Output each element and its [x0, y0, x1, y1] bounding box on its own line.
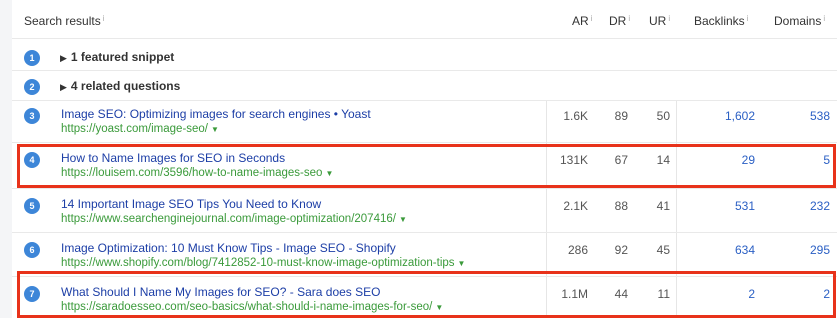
ar-value: 2.1K	[563, 199, 588, 213]
dr-value: 88	[614, 199, 628, 213]
col-header-ar-label: AR	[572, 14, 589, 28]
highlight-box	[17, 271, 836, 318]
search-results-header: Search results i	[24, 14, 104, 28]
col-header-domains[interactable]: Domains i	[774, 14, 825, 28]
result-url-text[interactable]: https://www.searchenginejournal.com/imag…	[61, 213, 396, 225]
result-url[interactable]: https://yoast.com/image-seo/▼	[61, 123, 219, 135]
col-header-backlinks-label: Backlinks	[694, 14, 745, 28]
domains-value[interactable]: 232	[772, 199, 830, 213]
header-divider	[12, 38, 837, 39]
row-divider	[12, 232, 837, 233]
ur-value: 41	[656, 199, 670, 213]
featured-snippet-label: 1 featured snippet	[70, 50, 175, 64]
col-header-backlinks[interactable]: Backlinks i	[694, 14, 748, 28]
result-row: 3 Image SEO: Optimizing images for searc…	[12, 104, 837, 140]
serp-feature-row[interactable]: 1 ▶ 1 featured snippet	[12, 46, 837, 70]
info-icon[interactable]: i	[668, 14, 670, 23]
info-icon[interactable]: i	[823, 14, 825, 23]
position-badge: 3	[24, 108, 40, 124]
dr-value: 92	[614, 243, 628, 257]
result-url[interactable]: https://www.searchenginejournal.com/imag…	[61, 213, 407, 225]
serp-feature-row[interactable]: 2 ▶ 4 related questions	[12, 75, 837, 99]
triangle-right-icon: ▶	[60, 53, 67, 63]
backlinks-value[interactable]: 634	[692, 243, 755, 257]
col-header-ar[interactable]: AR i	[572, 14, 592, 28]
position-badge: 1	[24, 50, 40, 66]
col-header-dr[interactable]: DR i	[609, 14, 630, 28]
col-header-ur[interactable]: UR i	[649, 14, 670, 28]
result-title-link[interactable]: Image SEO: Optimizing images for search …	[61, 107, 371, 121]
ur-value: 50	[656, 109, 670, 123]
ur-value: 45	[656, 243, 670, 257]
domains-value[interactable]: 295	[772, 243, 830, 257]
info-icon[interactable]: i	[591, 14, 593, 23]
domains-value[interactable]: 538	[772, 109, 830, 123]
search-results-label: Search results	[24, 14, 101, 28]
result-row: 6 Image Optimization: 10 Must Know Tips …	[12, 238, 837, 274]
caret-down-icon[interactable]: ▼	[458, 259, 466, 268]
caret-down-icon[interactable]: ▼	[211, 125, 219, 134]
position-badge: 6	[24, 242, 40, 258]
result-url[interactable]: https://www.shopify.com/blog/7412852-10-…	[61, 257, 465, 269]
backlinks-value[interactable]: 1,602	[692, 109, 755, 123]
result-url-text[interactable]: https://www.shopify.com/blog/7412852-10-…	[61, 257, 455, 269]
ar-value: 1.6K	[563, 109, 588, 123]
related-questions-toggle[interactable]: ▶ 4 related questions	[60, 79, 180, 93]
triangle-right-icon: ▶	[60, 82, 67, 92]
highlight-box	[17, 144, 836, 188]
row-divider	[12, 100, 837, 101]
related-questions-label: 4 related questions	[70, 79, 181, 93]
backlinks-value[interactable]: 531	[692, 199, 755, 213]
result-url-text[interactable]: https://yoast.com/image-seo/	[61, 123, 208, 135]
row-divider	[12, 70, 837, 71]
featured-snippet-toggle[interactable]: ▶ 1 featured snippet	[60, 50, 174, 64]
col-header-dr-label: DR	[609, 14, 627, 28]
result-row: 5 14 Important Image SEO Tips You Need t…	[12, 194, 837, 230]
info-icon[interactable]: i	[747, 14, 749, 23]
row-divider	[12, 142, 837, 143]
result-title-link[interactable]: Image Optimization: 10 Must Know Tips - …	[61, 241, 396, 255]
result-title-link[interactable]: 14 Important Image SEO Tips You Need to …	[61, 197, 321, 211]
row-divider	[12, 188, 837, 189]
col-header-domains-label: Domains	[774, 14, 822, 28]
ar-value: 286	[567, 243, 588, 257]
position-badge: 5	[24, 198, 40, 214]
info-icon[interactable]: i	[103, 14, 105, 23]
dr-value: 89	[614, 109, 628, 123]
col-header-ur-label: UR	[649, 14, 667, 28]
caret-down-icon[interactable]: ▼	[399, 215, 407, 224]
search-results-panel: Search results i AR i DR i UR i Backlinks i D…	[12, 0, 837, 318]
info-icon[interactable]: i	[628, 14, 630, 23]
position-badge: 2	[24, 79, 40, 95]
